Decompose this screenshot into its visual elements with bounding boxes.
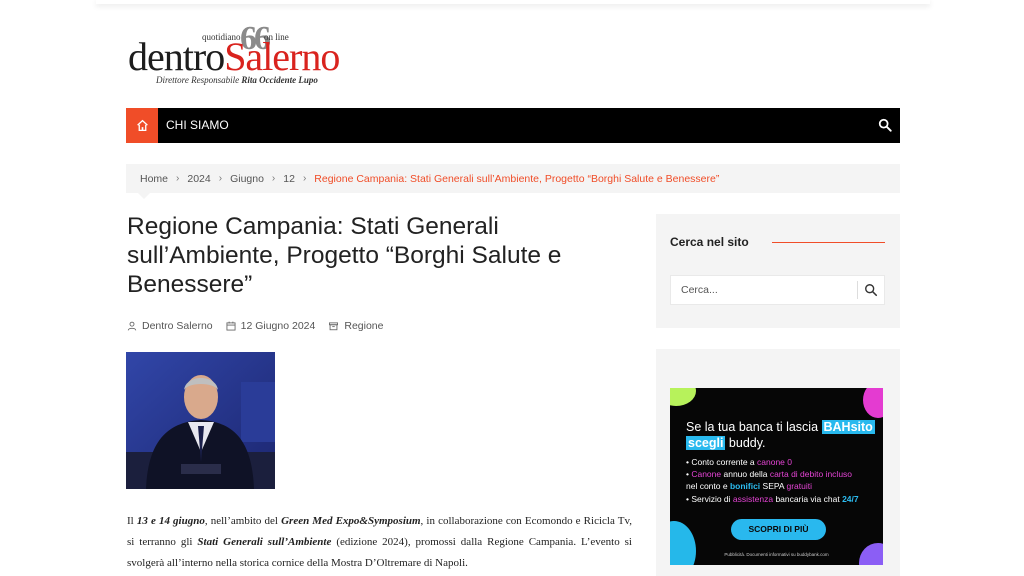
search-widget-title: Cerca nel sito	[670, 235, 749, 249]
search-input[interactable]	[671, 276, 857, 304]
chevron-right-icon: ›	[176, 173, 180, 184]
meta-category[interactable]: Regione	[328, 320, 383, 332]
site-logo[interactable]: quotidiano 66 on line dentroSalerno Dire…	[128, 22, 378, 92]
body-emphasis: 13 e 14 giugno	[136, 515, 205, 527]
portrait-illustration	[126, 352, 275, 489]
main-navbar: CHI SIAMO	[126, 108, 900, 143]
body-emphasis: Stati Generali sull’Ambiente	[197, 536, 332, 548]
ad-highlight: scegli	[686, 436, 726, 450]
article-title: Regione Campania: Stati Generali sull’Am…	[127, 213, 562, 298]
publish-date: 12 Giugno 2024	[240, 320, 316, 332]
breadcrumb-day[interactable]: 12	[283, 173, 295, 185]
chevron-right-icon: ›	[302, 173, 307, 184]
breadcrumb-current: Regione Campania: Stati Generali sull’Am…	[314, 172, 720, 185]
ad-bullet: • Conto corrente a canone 0	[686, 457, 792, 467]
article-body: Il 13 e 14 giugno, nell’ambito del Green…	[127, 511, 632, 574]
chevron-right-icon: ›	[218, 173, 223, 184]
author-name: Dentro Salerno	[142, 320, 213, 332]
logo-director-line: Direttore Responsabile Rita Occidente Lu…	[156, 75, 318, 85]
nav-item-chi-siamo[interactable]: CHI SIAMO	[166, 108, 229, 143]
search-box	[670, 275, 885, 305]
ad-headline-text: buddy.	[725, 436, 766, 450]
ad-highlight: BAHsito	[821, 420, 875, 434]
user-icon	[127, 321, 137, 331]
home-button[interactable]	[126, 108, 158, 143]
article-meta: Dentro Salerno 12 Giugno 2024 Regione	[127, 320, 396, 332]
ad-decoration	[670, 521, 696, 565]
breadcrumb: Home › 2024 › Giugno › 12 › Regione Camp…	[126, 164, 900, 193]
meta-author[interactable]: Dentro Salerno	[127, 320, 213, 332]
widget-title-underline	[772, 242, 885, 243]
body-text: Il	[127, 515, 137, 527]
logo-dentro: dentro	[128, 34, 225, 79]
search-icon[interactable]	[864, 283, 878, 297]
ad-bullets: • Conto corrente a canone 0 • Canone ann…	[686, 456, 859, 505]
home-icon	[136, 119, 148, 132]
logo-salerno: Salerno	[224, 34, 340, 79]
search-widget: Cerca nel sito	[656, 214, 900, 328]
breadcrumb-year[interactable]: 2024	[187, 173, 210, 185]
category-name: Regione	[344, 320, 384, 332]
body-emphasis: Green Med Expo&Symposium	[281, 515, 421, 527]
breadcrumb-home[interactable]: Home	[140, 173, 168, 185]
logo-wordmark: dentroSalerno	[128, 34, 340, 79]
ad-bullet: nel conto e bonifici SEPA gratuiti	[686, 481, 813, 492]
ad-headline-text: Se la tua banca ti lascia	[686, 420, 822, 434]
ad-fine-print: Pubblicità. Documenti informativi su bud…	[724, 552, 829, 557]
search-icon[interactable]	[878, 118, 892, 132]
body-text: , nell’ambito del	[204, 515, 282, 527]
director-label: Direttore Responsabile	[156, 75, 240, 85]
breadcrumb-month[interactable]: Giugno	[230, 173, 264, 185]
ad-decoration	[670, 388, 696, 406]
search-divider	[857, 281, 858, 299]
breadcrumb-notch	[138, 193, 150, 199]
chevron-right-icon: ›	[271, 173, 276, 184]
ad-decoration	[863, 388, 883, 418]
article-photo	[126, 352, 275, 489]
top-shadow-bar	[96, 0, 930, 4]
meta-date[interactable]: 12 Giugno 2024	[226, 320, 316, 332]
folder-icon	[329, 322, 339, 331]
ad-cta-button[interactable]: SCOPRI DI PIÙ	[731, 519, 826, 540]
ad-bullet: • Canone annuo della carta di debito inc…	[686, 469, 853, 480]
ad-bullet: • Servizio di assistenza bancaria via ch…	[686, 493, 859, 504]
calendar-icon	[226, 321, 236, 331]
director-name: Rita Occidente Lupo	[241, 75, 318, 85]
ad-headline: Se la tua banca ti lascia BAHsito scegli…	[686, 419, 875, 451]
buddybank-ad-banner[interactable]: Se la tua banca ti lascia BAHsito scegli…	[670, 388, 883, 565]
